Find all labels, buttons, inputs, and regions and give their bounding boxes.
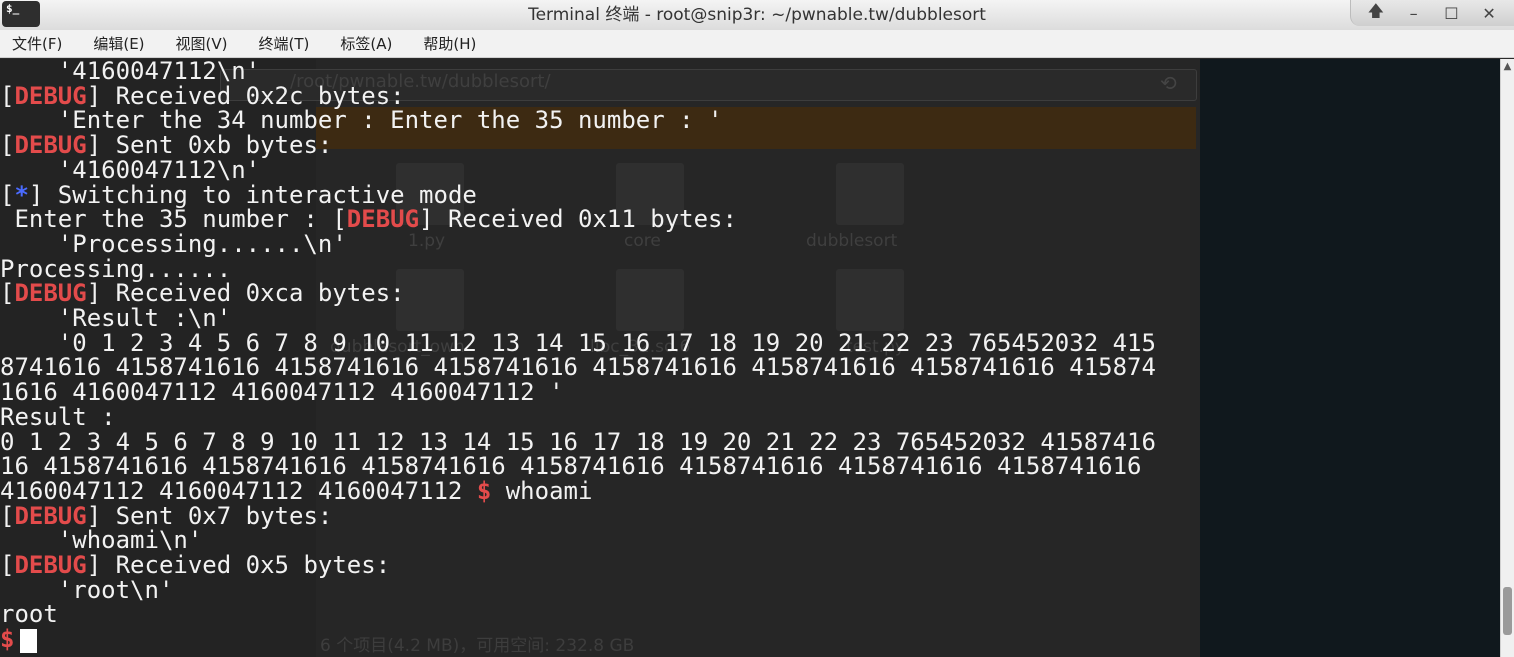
terminal-line: '0 1 2 3 4 5 6 7 8 9 10 11 12 13 14 15 1…: [0, 330, 1156, 356]
scrollbar-thumb[interactable]: [1503, 587, 1512, 635]
text-cursor: [20, 629, 38, 654]
terminal-window: $_ Terminal 终端 - root@snip3r: ~/pwnable.…: [0, 0, 1514, 657]
terminal-line: 4160047112 4160047112 4160047112 $ whoam…: [0, 479, 1156, 504]
minimize-icon[interactable]: –: [1401, 3, 1427, 23]
reload-icon: ⟲: [1160, 71, 1177, 95]
menu-bar: 文件(F) 编辑(E) 视图(V) 终端(T) 标签(A) 帮助(H): [0, 30, 1514, 58]
terminal-line: $: [0, 625, 1156, 654]
terminal-line: 'Processing......\n': [0, 232, 1156, 257]
shell-prompt: $: [476, 476, 492, 505]
menu-tabs[interactable]: 标签(A): [340, 33, 392, 54]
scroll-up-icon[interactable]: ▲: [1501, 61, 1514, 72]
terminal-line: 'root\n': [0, 577, 1156, 603]
title-bar[interactable]: $_ Terminal 终端 - root@snip3r: ~/pwnable.…: [0, 0, 1514, 31]
menu-terminal[interactable]: 终端(T): [259, 33, 310, 54]
terminal-line: 'Enter the 34 number : Enter the 35 numb…: [0, 108, 1156, 133]
terminal-line: [DEBUG] Sent 0xb bytes:: [0, 133, 1156, 158]
debug-tag: DEBUG: [346, 205, 420, 234]
maximize-icon[interactable]: ☐: [1438, 3, 1464, 23]
terminal-line: 1616 4160047112 4160047112 4160047112 ': [0, 380, 1156, 405]
bracket: ]: [419, 205, 434, 234]
terminal-line: 16 4158741616 4158741616 4158741616 4158…: [0, 454, 1156, 479]
terminal-line: [DEBUG] Received 0x5 bytes:: [0, 553, 1156, 578]
command-text: whoami: [491, 476, 593, 505]
terminal-line: 8741616 4158741616 4158741616 4158741616…: [0, 355, 1156, 380]
terminal-line: '4160047112\n': [0, 157, 1156, 183]
background-desktop: [1200, 59, 1500, 657]
terminal-line: Processing......: [0, 256, 1156, 282]
menu-file[interactable]: 文件(F): [12, 33, 62, 54]
terminal-line: Enter the 35 number : [DEBUG] Received 0…: [0, 207, 1156, 232]
terminal-line: [DEBUG] Received 0x2c bytes:: [0, 83, 1156, 109]
terminal-line: 'Result :\n': [0, 306, 1156, 331]
window-controls: 🡅 – ☐ ✕: [1350, 0, 1514, 26]
terminal-line: '4160047112\n': [0, 59, 1156, 84]
close-icon[interactable]: ✕: [1476, 3, 1502, 23]
terminal-line: [DEBUG] Sent 0x7 bytes:: [0, 503, 1156, 529]
terminal-scrollbar[interactable]: ▲: [1500, 59, 1514, 657]
up-arrow-icon[interactable]: 🡅: [1363, 1, 1389, 23]
terminal-output-area[interactable]: /root/pwnable.tw/dubblesort/ ⟲ 1.py core…: [0, 59, 1500, 657]
terminal-line: Result :: [0, 404, 1156, 430]
terminal-line: [DEBUG] Received 0xca bytes:: [0, 281, 1156, 306]
menu-edit[interactable]: 编辑(E): [93, 33, 144, 54]
menu-view[interactable]: 视图(V): [176, 33, 228, 54]
terminal-line: root: [0, 602, 1156, 627]
shell-prompt: $: [0, 625, 15, 654]
line-text: Received 0x11 bytes:: [433, 205, 737, 234]
terminal-line: [*] Switching to interactive mode: [0, 182, 1156, 208]
terminal-text: '4160047112\n' [DEBUG] Received 0x2c byte…: [0, 59, 1156, 654]
terminal-line: 'whoami\n': [0, 528, 1156, 553]
menu-help[interactable]: 帮助(H): [423, 33, 476, 54]
window-title: Terminal 终端 - root@snip3r: ~/pwnable.tw/…: [528, 5, 986, 25]
terminal-line: 0 1 2 3 4 5 6 7 8 9 10 11 12 13 14 15 16…: [0, 429, 1156, 455]
